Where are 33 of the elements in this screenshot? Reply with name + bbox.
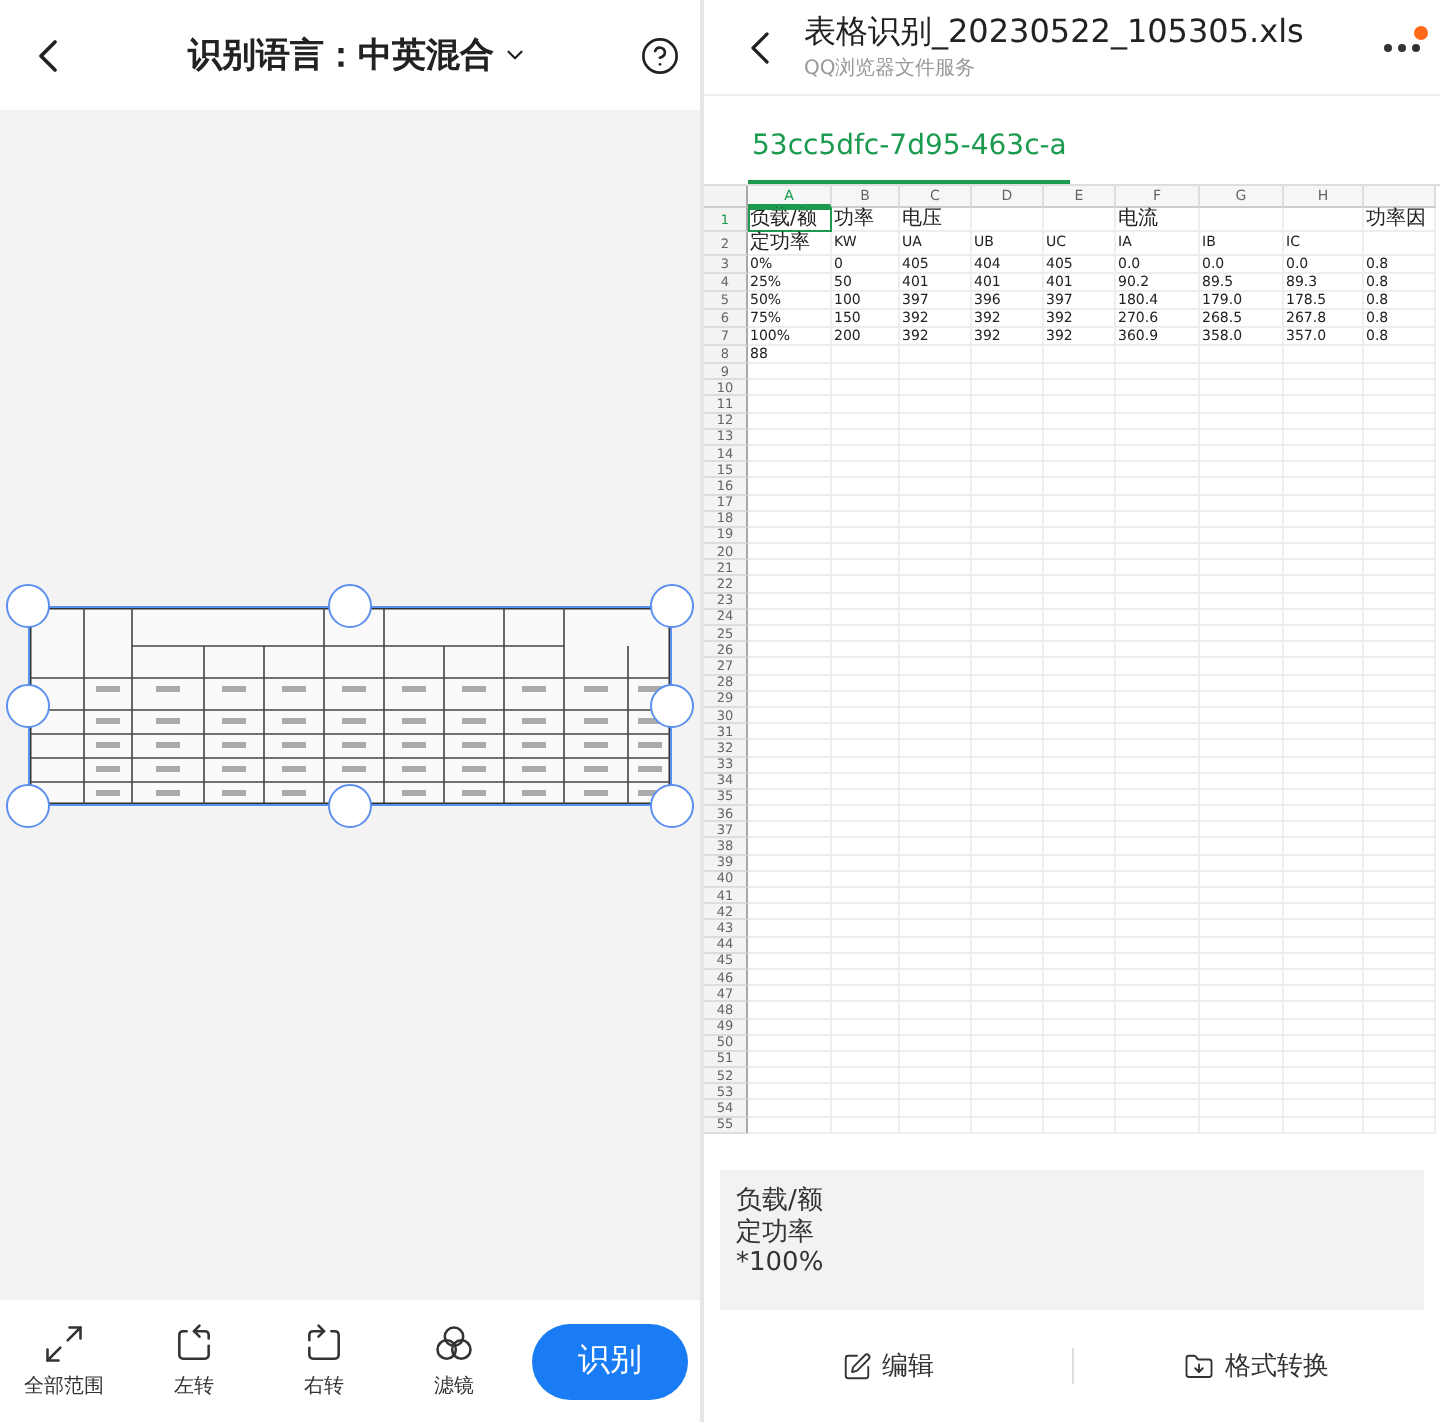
table-cell[interactable]: 定功率 <box>748 232 832 256</box>
action-button[interactable]: 格式转换 <box>1073 1346 1440 1386</box>
tool-button[interactable]: 左转 <box>142 1322 246 1400</box>
tool-button[interactable]: 右转 <box>272 1322 376 1400</box>
tool-button[interactable]: 滤镜 <box>402 1322 506 1400</box>
preview-text: *100% <box>736 1248 826 1280</box>
crop-handle[interactable] <box>328 583 372 627</box>
column-header[interactable] <box>1364 186 1436 208</box>
crop-handle[interactable] <box>6 683 50 727</box>
sheet-corner[interactable] <box>704 186 748 208</box>
filter-icon <box>432 1322 476 1366</box>
crop-handle[interactable] <box>650 583 694 627</box>
file-subtitle: QQ浏览器文件服务 <box>804 55 978 82</box>
edit-icon <box>841 1351 872 1381</box>
recognize-button[interactable]: 识别 <box>532 1323 688 1399</box>
table-cell[interactable]: 功率因 <box>1364 208 1436 232</box>
action-button[interactable]: 编辑 <box>704 1346 1071 1386</box>
table-cell[interactable]: 电压 <box>900 208 972 232</box>
crop-handle[interactable] <box>6 783 50 827</box>
preview-text: 负载/额 <box>736 1186 825 1218</box>
crop-handle[interactable] <box>6 583 50 627</box>
tool-button[interactable]: 全部范围 <box>12 1322 116 1400</box>
folder-download-icon <box>1184 1351 1215 1381</box>
expand-icon <box>42 1322 86 1366</box>
rotate-left-icon <box>172 1322 216 1366</box>
help-icon[interactable] <box>640 35 680 75</box>
file-title: 表格识别_20230522_105305.xls <box>804 12 1306 54</box>
more-icon <box>1384 43 1420 51</box>
rotate-right-icon <box>302 1322 346 1366</box>
crop-handle[interactable] <box>650 783 694 827</box>
preview-text: 定功率 <box>736 1217 816 1249</box>
table-cell[interactable]: 电流 <box>1116 208 1200 232</box>
table-cell[interactable]: 功率 <box>832 208 900 232</box>
